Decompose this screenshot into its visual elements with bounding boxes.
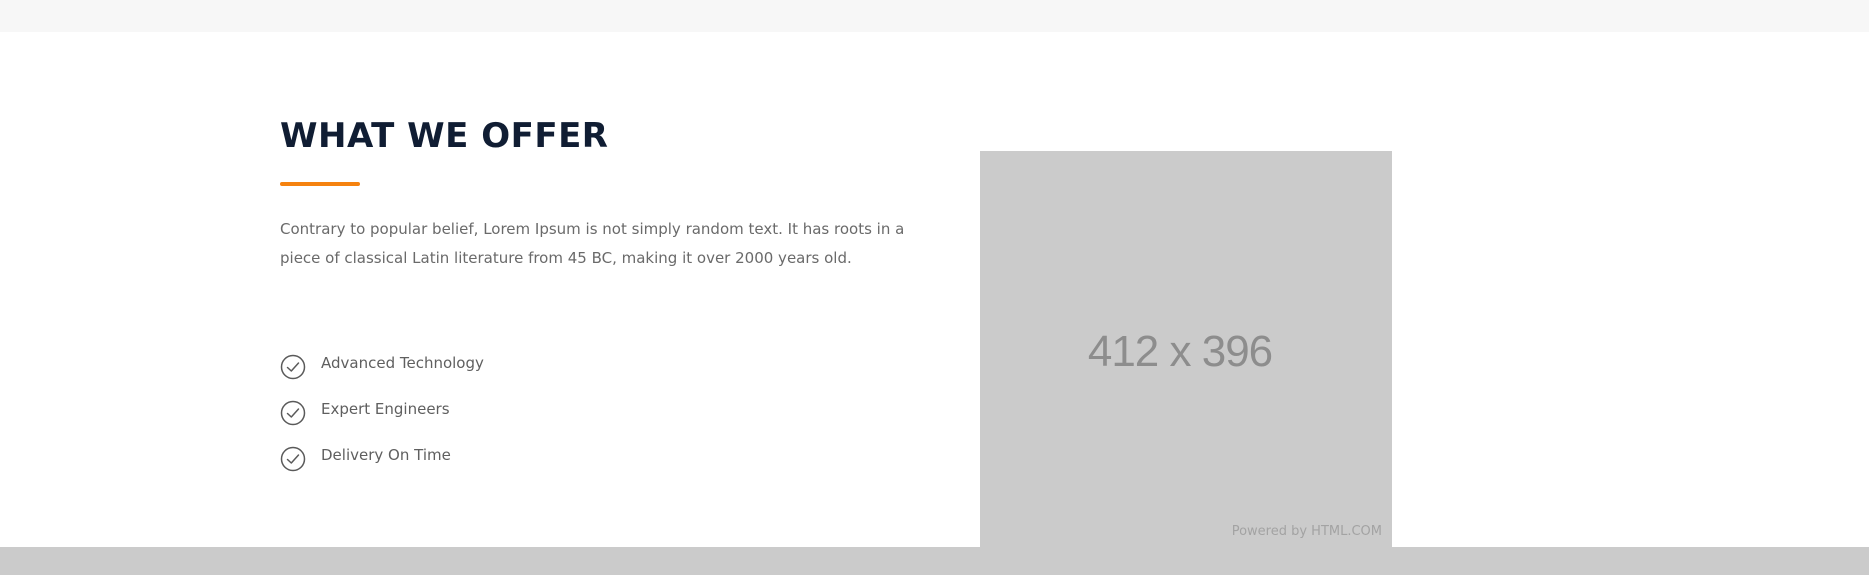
placeholder-size-text: 412 x 396 xyxy=(1087,327,1273,376)
feature-item-advanced-technology: Advanced Technology xyxy=(280,352,484,398)
check-circle-icon xyxy=(280,400,306,426)
features-list: Advanced Technology Expert Engineers Del… xyxy=(280,352,484,490)
top-strip xyxy=(0,0,1869,32)
section-description: Contrary to popular belief, Lorem Ipsum … xyxy=(280,220,905,267)
feature-item-delivery-on-time: Delivery On Time xyxy=(280,444,484,490)
check-circle-icon xyxy=(280,446,306,472)
feature-label: Expert Engineers xyxy=(321,400,450,418)
feature-item-expert-engineers: Expert Engineers xyxy=(280,398,484,444)
heading-underline-accent xyxy=(280,182,360,186)
placeholder-credit-link[interactable]: Powered by HTML.COM xyxy=(1232,524,1382,539)
section-heading: WHAT WE OFFER xyxy=(280,116,609,156)
placeholder-image: 412 x 396 Powered by HTML.COM xyxy=(980,151,1392,547)
feature-label: Advanced Technology xyxy=(321,354,484,372)
check-circle-icon xyxy=(280,354,306,380)
bottom-strip xyxy=(0,547,1869,575)
feature-label: Delivery On Time xyxy=(321,446,451,464)
